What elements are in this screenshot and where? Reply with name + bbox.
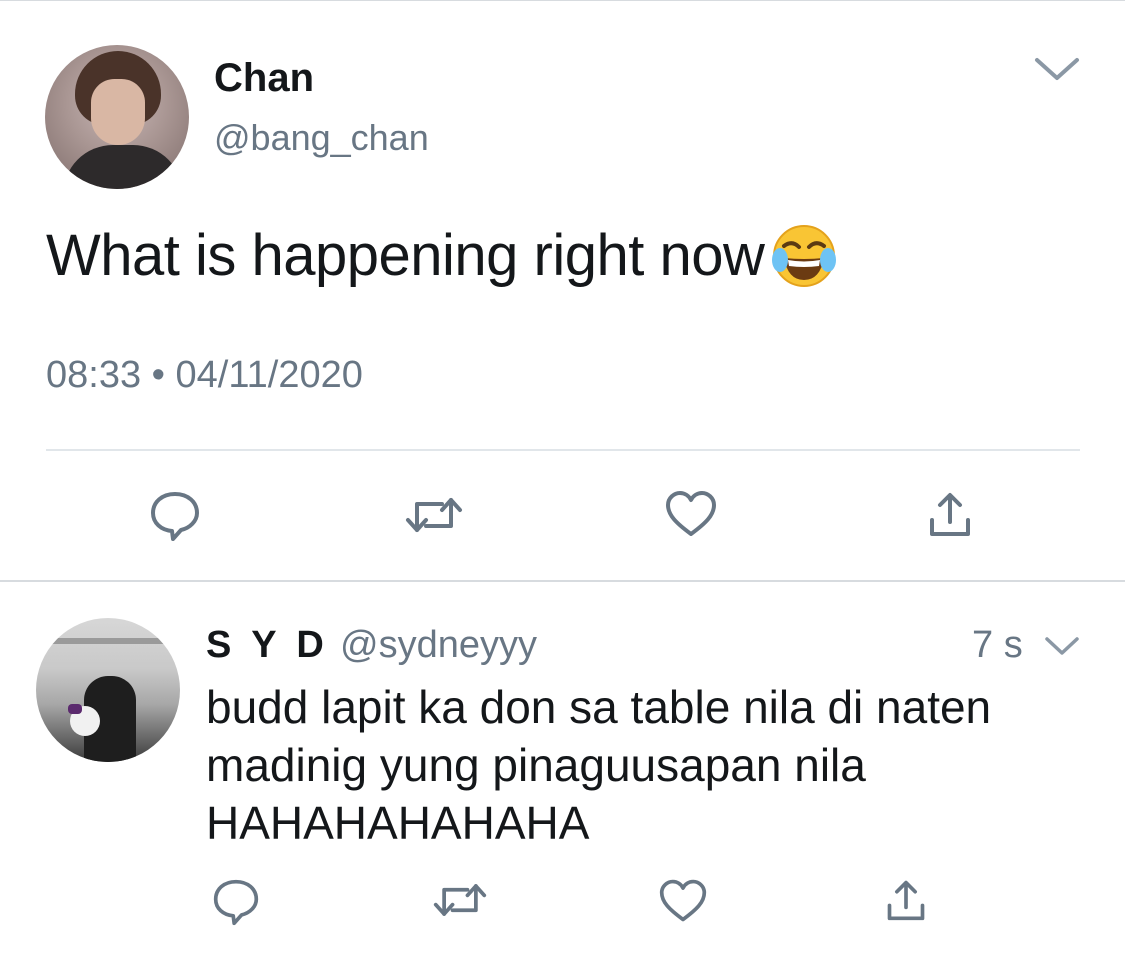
section-divider [0, 580, 1125, 582]
reply-text-line: madinig yung pinaguusapan nila [206, 739, 866, 791]
divider [46, 449, 1080, 451]
reply-icon[interactable] [210, 878, 262, 926]
reply-author-name[interactable]: S Y D [206, 624, 329, 667]
tweet-timestamp: 08:33 • 04/11/2020 [46, 354, 363, 396]
reply-author-handle[interactable]: @sydneyyy [340, 624, 537, 667]
reply-text: budd lapit ka don sa table nila di naten… [206, 678, 1106, 852]
main-tweet: Chan @bang_chan What is happening right … [0, 0, 1125, 581]
author-avatar[interactable] [45, 45, 189, 189]
tweet-text: What is happening right now [46, 222, 838, 294]
retweet-icon[interactable] [404, 494, 464, 536]
chevron-down-icon[interactable] [1033, 54, 1081, 84]
like-icon[interactable] [658, 878, 708, 924]
retweet-icon[interactable] [432, 880, 488, 920]
face-with-tears-of-joy-icon [770, 222, 838, 290]
tweet-text-content: What is happening right now [46, 223, 765, 288]
reply-time: 7 s [972, 624, 1023, 666]
share-icon[interactable] [926, 490, 974, 538]
chevron-down-icon[interactable] [1044, 635, 1080, 659]
author-display-name[interactable]: Chan [214, 56, 314, 101]
reply-text-line: HAHAHAHAHAHA [206, 797, 590, 849]
reply-text-line: budd lapit ka don sa table nila di naten [206, 681, 992, 733]
author-handle[interactable]: @bang_chan [214, 117, 429, 159]
reply-author-avatar[interactable] [36, 618, 180, 762]
tweet-detail-screen: Chan @bang_chan What is happening right … [0, 0, 1125, 959]
like-icon[interactable] [664, 490, 718, 538]
reply-icon[interactable] [148, 490, 202, 542]
share-icon[interactable] [884, 878, 928, 922]
